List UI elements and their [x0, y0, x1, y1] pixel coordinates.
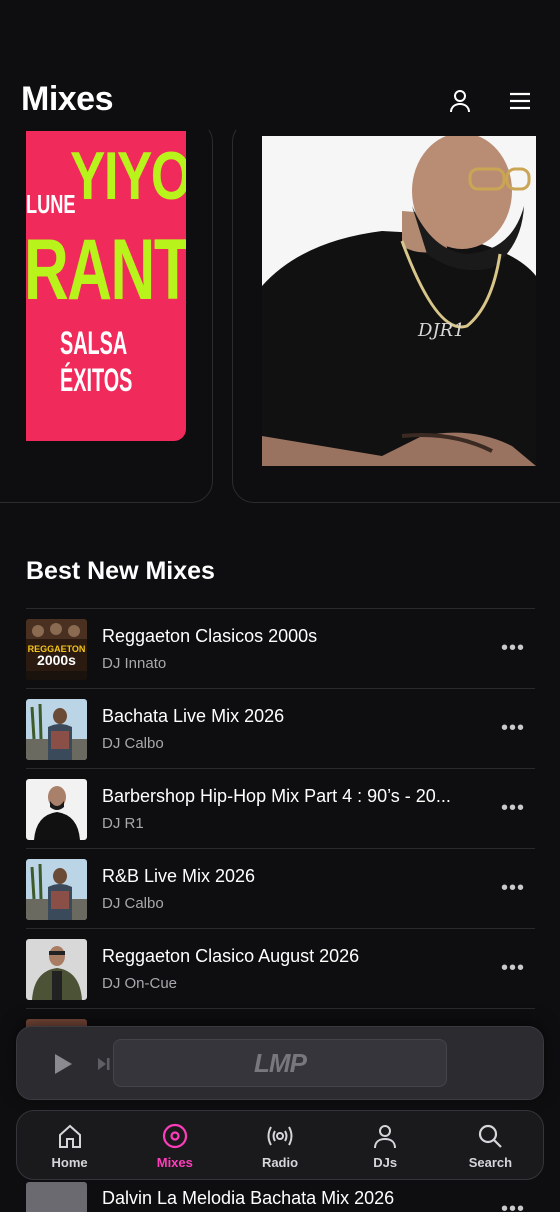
tab-label: Search: [468, 1155, 513, 1170]
hamburger-menu-icon: [510, 92, 530, 110]
skip-next-icon[interactable]: [97, 1056, 113, 1072]
section-title-best-new-mixes: Best New Mixes: [26, 557, 215, 585]
mix-dj: DJ Innato: [102, 655, 167, 672]
account-button[interactable]: [445, 86, 475, 116]
mix-title: Reggaeton Clasico August 2026: [102, 946, 360, 966]
tab-label: DJs: [373, 1155, 398, 1170]
more-options-button[interactable]: •••: [501, 637, 525, 660]
mix-title: Dalvin La Melodia Bachata Mix 2026: [102, 1188, 395, 1208]
cover-text-yiyo: YIYO: [70, 138, 186, 214]
dj-portrait-image: DJR1: [262, 136, 536, 466]
svg-text:2000s: 2000s: [37, 652, 76, 668]
featured-card-salsa[interactable]: YIYO LUNE RANTE SALSA ÉXITOS: [0, 130, 213, 503]
mix-dj: DJ On-Cue: [102, 975, 178, 992]
list-item[interactable]: R&B Live Mix 2026 DJ Calbo •••: [26, 848, 535, 928]
mix-thumbnail: REGGAETON 2000s: [26, 619, 87, 680]
tab-radio[interactable]: Radio: [227, 1111, 332, 1179]
list-item[interactable]: Reggaeton Clasico August 2026 DJ On-Cue …: [26, 928, 535, 1008]
lmp-logo: LMP: [254, 1047, 307, 1078]
cover-text-rante: RANTE: [26, 222, 186, 318]
menu-button[interactable]: [505, 86, 535, 116]
mix-list: REGGAETON 2000s Reggaeton Clasicos 2000s…: [26, 608, 535, 1088]
list-item[interactable]: Barbershop Hip-Hop Mix Part 4 : 90’s - 2…: [26, 768, 535, 848]
more-options-button[interactable]: •••: [501, 957, 525, 980]
more-options-button[interactable]: •••: [501, 797, 525, 820]
mix-thumbnail: [26, 859, 87, 920]
now-playing-artwork[interactable]: LMP: [113, 1039, 447, 1087]
featured-card-dj[interactable]: DJR1: [232, 130, 560, 503]
svg-text:DJR1: DJR1: [417, 320, 465, 341]
mix-dj: DJ Calbo: [102, 895, 164, 912]
list-item[interactable]: Bachata Live Mix 2026 DJ Calbo •••: [26, 688, 535, 768]
tab-label: Home: [51, 1155, 88, 1170]
tab-label: Radio: [261, 1155, 299, 1170]
tab-bar: Home Mixes Radio DJs Search: [16, 1110, 544, 1180]
header: Mixes: [0, 0, 560, 130]
home-icon: [58, 1124, 81, 1148]
tab-djs[interactable]: DJs: [333, 1111, 438, 1179]
mix-thumbnail: [26, 779, 87, 840]
mix-title: R&B Live Mix 2026: [102, 866, 256, 886]
tab-label: Mixes: [156, 1155, 193, 1170]
search-icon: [479, 1124, 503, 1148]
mix-title: Barbershop Hip-Hop Mix Part 4 : 90’s - 2…: [102, 786, 451, 806]
mix-dj: DJ Calbo: [102, 735, 164, 752]
page-title: Mixes: [21, 80, 114, 118]
list-item[interactable]: REGGAETON 2000s Reggaeton Clasicos 2000s…: [26, 608, 535, 688]
mini-player[interactable]: LMP: [16, 1026, 544, 1100]
user-icon: [450, 90, 470, 113]
radio-icon: [267, 1126, 293, 1146]
mix-thumbnail: [26, 699, 87, 760]
mix-title: Reggaeton Clasicos 2000s: [102, 626, 318, 646]
mix-dj: DJ R1: [102, 815, 144, 832]
cover-text-lune: LUNE: [26, 189, 76, 219]
more-options-button[interactable]: •••: [501, 877, 525, 900]
tab-mixes[interactable]: Mixes: [122, 1111, 227, 1179]
more-options-button[interactable]: •••: [501, 1198, 525, 1212]
tab-home[interactable]: Home: [17, 1111, 122, 1179]
salsa-cover-art: YIYO LUNE RANTE SALSA ÉXITOS: [26, 131, 186, 441]
tab-search[interactable]: Search: [438, 1111, 543, 1179]
featured-carousel[interactable]: YIYO LUNE RANTE SALSA ÉXITOS DJR1: [0, 130, 560, 510]
play-icon[interactable]: [53, 1053, 73, 1075]
user-icon: [374, 1125, 397, 1149]
mix-title: Bachata Live Mix 2026: [102, 706, 285, 726]
mix-thumbnail: [26, 939, 87, 1000]
mixes-icon: [162, 1123, 187, 1149]
list-item[interactable]: Dalvin La Melodia Bachata Mix 2026 •••: [26, 1180, 535, 1212]
mix-thumbnail: [26, 1182, 87, 1212]
cover-text-salsa-exitos: SALSA ÉXITOS: [60, 325, 133, 398]
more-options-button[interactable]: •••: [501, 717, 525, 740]
